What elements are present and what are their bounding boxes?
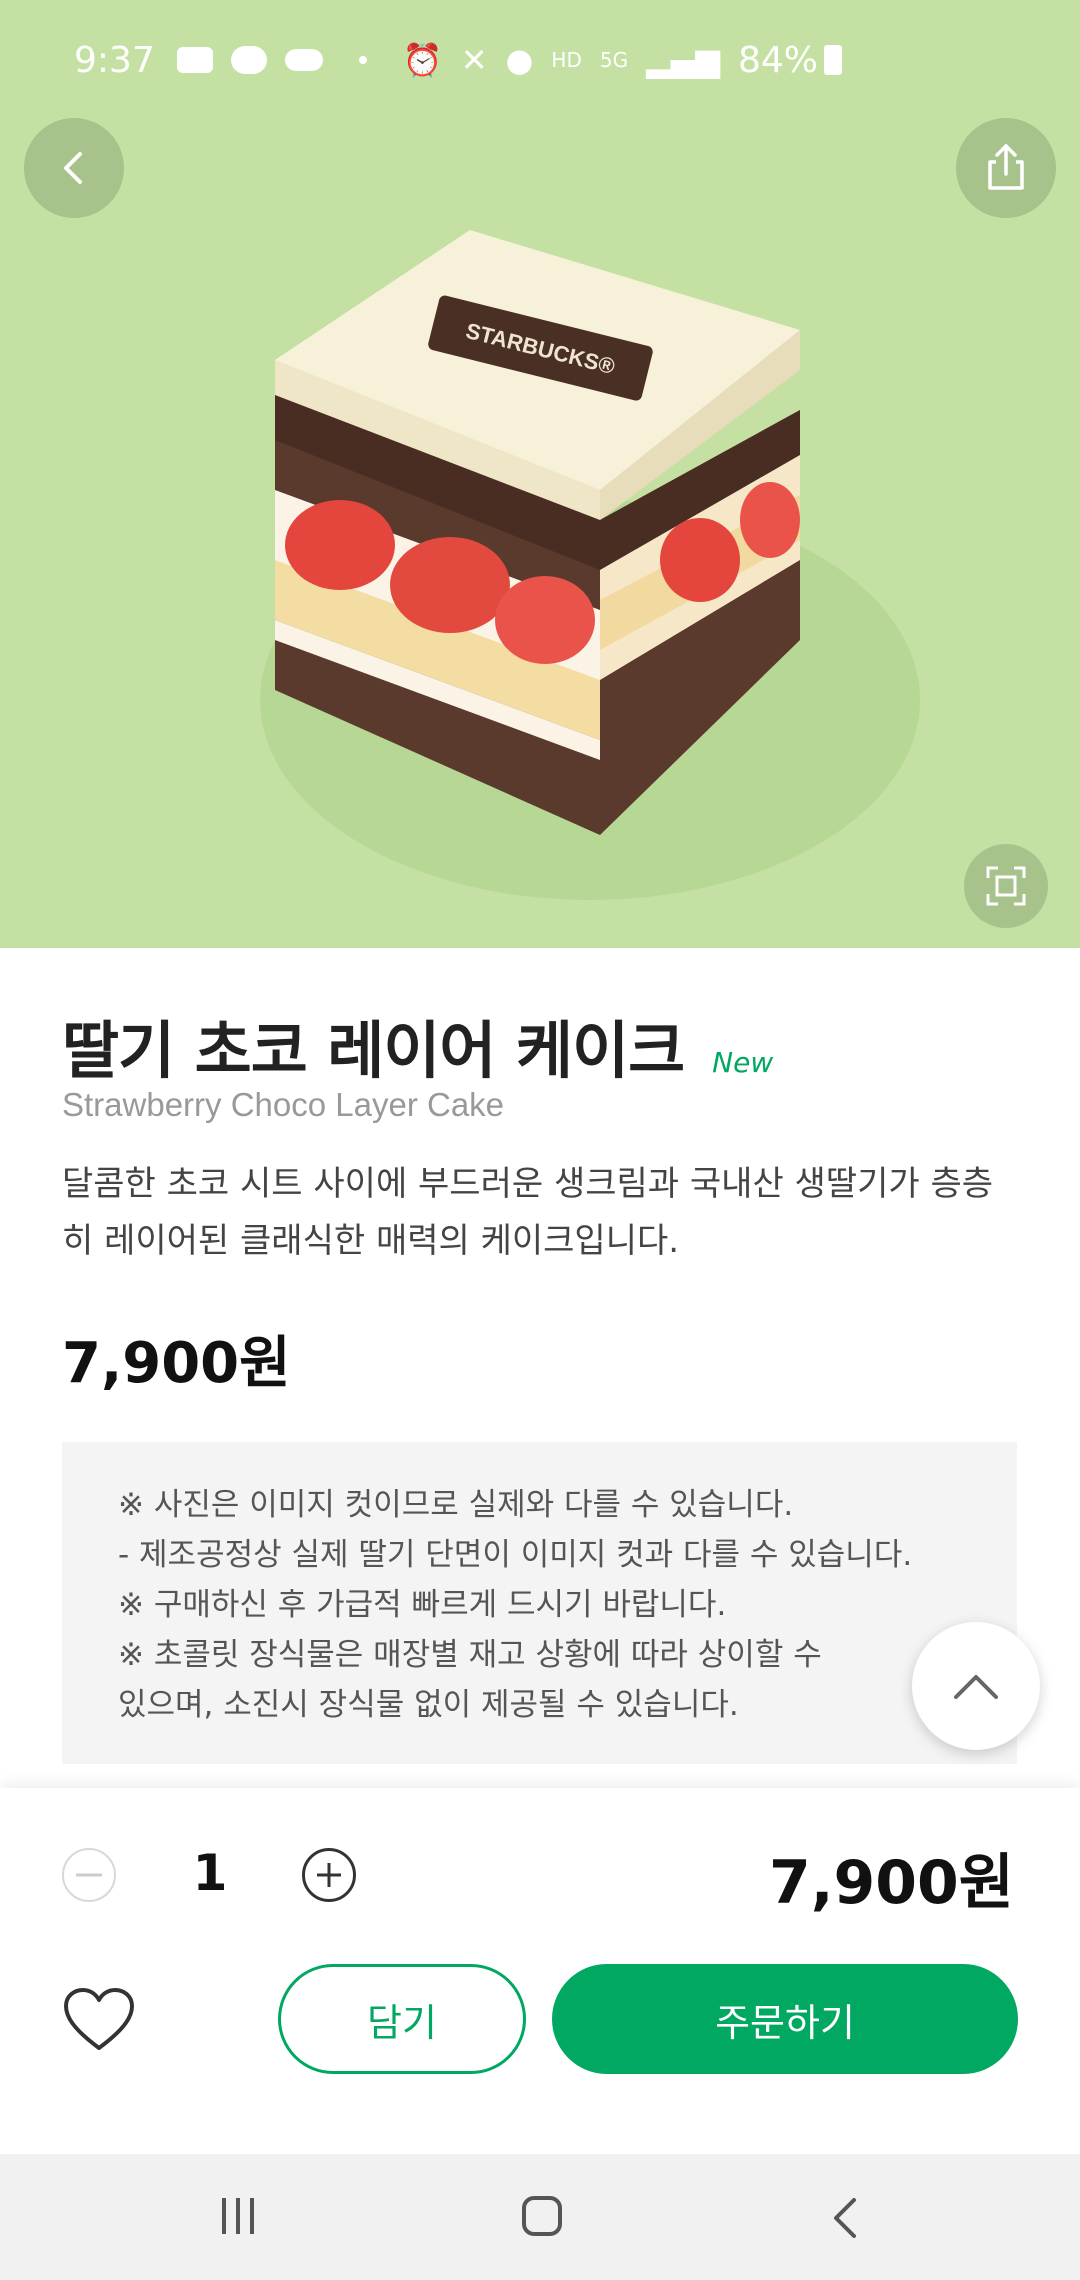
5g-icon: 5G (599, 48, 629, 72)
new-badge: New (712, 1046, 774, 1079)
plus-icon (317, 1863, 341, 1887)
talk-icon (230, 46, 267, 74)
hd-voice-icon: HD (551, 48, 582, 72)
share-button[interactable] (956, 118, 1056, 218)
notice-line: ※ 구매하신 후 가급적 빠르게 드시기 바랍니다. (118, 1587, 727, 1623)
notice-line: ※ 초콜릿 장식물은 매장별 재고 상황에 따라 상이할 수 (118, 1637, 822, 1673)
alarm-icon: ⏰ (402, 41, 443, 79)
status-time: 9:37 (74, 39, 155, 81)
scroll-to-top-button[interactable] (912, 1622, 1040, 1750)
recent-apps-icon[interactable] (222, 2198, 254, 2234)
cake-image: STARBUCKS® (260, 230, 920, 900)
status-bar: 9:37 ⏰ ✕ ● HD 5G ▂▄▆ 84% (0, 0, 1080, 120)
back-button[interactable] (24, 118, 124, 218)
system-navigation-bar (0, 2154, 1080, 2280)
battery-percent: 84% (737, 39, 818, 81)
signal-icon: ▂▄▆ (646, 41, 720, 79)
notice-box: ※ 사진은 이미지 컷이므로 실제와 다를 수 있습니다. - 제조공정상 실제… (62, 1442, 1017, 1764)
fullscreen-icon (986, 866, 1026, 906)
home-icon[interactable] (522, 2196, 562, 2236)
order-button[interactable]: 주문하기 (552, 1964, 1018, 2074)
quantity-increase-button[interactable] (302, 1848, 356, 1902)
dot-icon (358, 56, 367, 64)
battery-icon (823, 45, 842, 75)
chevron-left-icon (64, 152, 82, 184)
product-name: 딸기 초코 레이어 케이크 (62, 1014, 685, 1087)
nav-back-icon[interactable] (830, 2196, 860, 2244)
notice-line: ※ 사진은 이미지 컷이므로 실제와 다를 수 있습니다. (118, 1487, 794, 1523)
chevron-up-icon (954, 1675, 998, 1699)
product-english-name: Strawberry Choco Layer Cake (62, 1086, 505, 1123)
quantity-decrease-button[interactable] (62, 1848, 116, 1902)
product-description: 달콤한 초코 시트 사이에 부드러운 생크림과 국내산 생딸기가 층층히 레이어… (62, 1164, 994, 1261)
add-to-cart-button[interactable]: 담기 (278, 1964, 526, 2074)
product-title-row: 딸기 초코 레이어 케이크 New (62, 1000, 773, 1090)
favorite-button[interactable] (62, 1986, 136, 2054)
quantity-value: 1 (192, 1844, 228, 1902)
zoom-button[interactable] (964, 844, 1048, 928)
total-price: 7,900원 (769, 1848, 1014, 1918)
product-price: 7,900원 (62, 1331, 291, 1396)
order-panel: 1 7,900원 담기 주문하기 (0, 1788, 1080, 2154)
youtube-icon (176, 47, 213, 73)
location-icon: ● (505, 41, 534, 79)
share-icon (988, 144, 1024, 190)
mute-icon: ✕ (460, 41, 488, 79)
notice-line: 있으며, 소진시 장식물 없이 제공될 수 있습니다. (118, 1687, 739, 1723)
product-hero-image: STARBUCKS® 9:37 ⏰ ✕ ● HD 5G ▂▄▆ 84% (0, 0, 1080, 948)
heart-icon (64, 1988, 134, 2050)
cloud-icon (284, 49, 323, 71)
minus-icon (76, 1873, 102, 1877)
notice-line: - 제조공정상 실제 딸기 단면이 이미지 컷과 다를 수 있습니다. (118, 1537, 913, 1573)
